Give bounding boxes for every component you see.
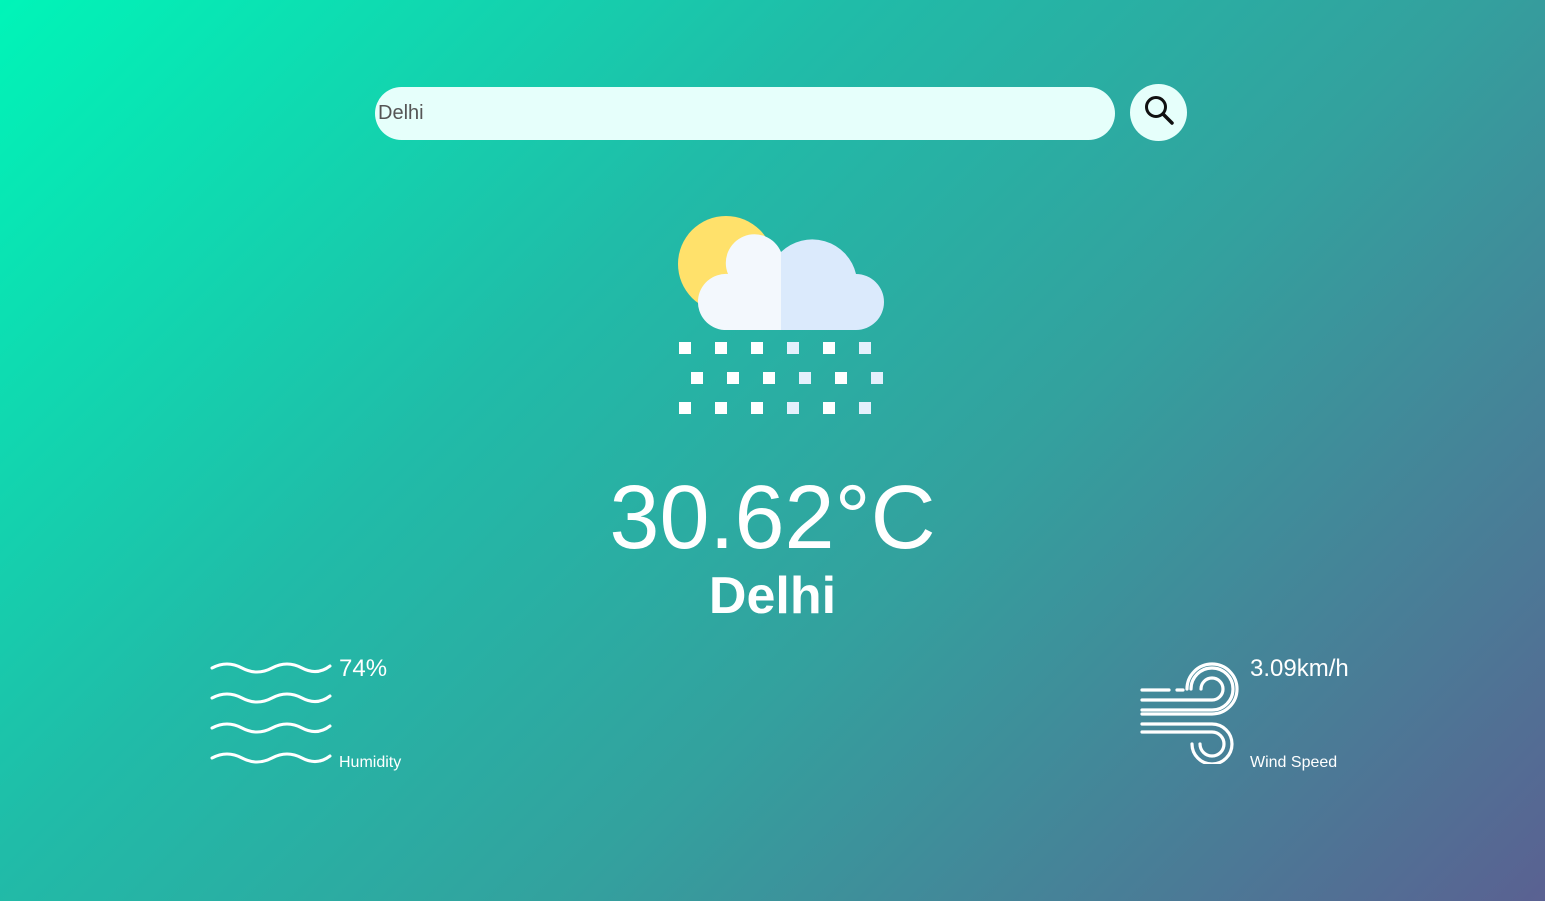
wind-speed-label: Wind Speed — [1250, 754, 1338, 771]
sun-cloud-snow-icon — [676, 212, 888, 418]
water-waves-icon — [210, 660, 332, 766]
city-name: Delhi — [708, 567, 837, 625]
search-input[interactable] — [375, 87, 1115, 140]
search-button[interactable] — [1130, 84, 1187, 141]
wind-speed-value: 3.09km/h — [1250, 655, 1349, 682]
search-bar — [375, 87, 1115, 140]
humidity-label: Humidity — [339, 754, 402, 771]
temperature: 30.62°C — [609, 468, 936, 568]
wind-icon — [1139, 662, 1243, 766]
humidity-value: 74% — [339, 655, 388, 682]
search-icon — [1143, 94, 1175, 131]
